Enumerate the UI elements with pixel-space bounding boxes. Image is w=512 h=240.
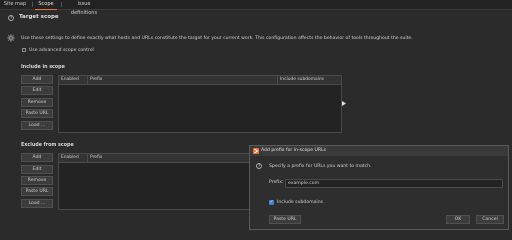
column-prefix[interactable]: Prefix — [88, 154, 250, 162]
include-remove-button[interactable]: Remove — [21, 98, 53, 107]
include-edit-button[interactable]: Edit — [21, 86, 53, 95]
exclude-scope-table[interactable]: Enabled Prefix — [58, 153, 250, 210]
dialog-message: Specify a prefix for URLs you want to ma… — [269, 164, 372, 169]
advanced-scope-label: Use advanced scope control — [29, 48, 94, 53]
exclude-remove-button[interactable]: Remove — [21, 176, 53, 185]
include-scope-table[interactable]: Enabled Prefix Include subdomains — [58, 75, 342, 133]
column-enabled[interactable]: Enabled — [59, 154, 88, 162]
column-enabled[interactable]: Enabled — [59, 76, 88, 84]
svg-text:?: ? — [258, 164, 260, 169]
include-load-button[interactable]: Load ... — [21, 121, 53, 130]
gear-icon[interactable] — [7, 34, 15, 42]
table-header: Enabled Prefix Include subdomains — [59, 76, 341, 85]
prefix-label: Prefix: — [269, 180, 284, 185]
include-paste-url-button[interactable]: Paste URL — [21, 109, 53, 118]
add-prefix-dialog: Add prefix for in-scope URLs ? Specify a… — [249, 145, 509, 230]
tab-bar: Site map Scope Issue definitions — [0, 0, 512, 16]
include-subdomains-label: Include subdomains — [277, 200, 324, 205]
expand-arrow-icon[interactable] — [342, 101, 346, 106]
help-icon[interactable]: ? — [8, 15, 14, 21]
exclude-scope-label: Exclude from scope — [21, 143, 74, 148]
exclude-load-button[interactable]: Load ... — [21, 199, 53, 208]
tab-site-map[interactable]: Site map — [2, 0, 28, 9]
table-header: Enabled Prefix — [59, 154, 249, 163]
exclude-paste-url-button[interactable]: Paste URL — [21, 187, 53, 196]
include-subdomains-checkbox[interactable]: ✓ — [269, 200, 274, 205]
tab-issue-definitions[interactable]: Issue definitions — [64, 0, 104, 16]
exclude-add-button[interactable]: Add — [21, 153, 53, 162]
column-include-subdomains[interactable]: Include subdomains — [278, 76, 342, 84]
paste-url-button[interactable]: Paste URL — [269, 215, 301, 224]
prefix-input[interactable]: example.com — [285, 179, 503, 188]
scope-description: Use these settings to define exactly wha… — [21, 36, 413, 41]
advanced-scope-checkbox[interactable] — [22, 48, 26, 52]
ok-button[interactable]: OK — [446, 215, 470, 224]
help-icon: ? — [256, 163, 262, 169]
cancel-button[interactable]: Cancel — [476, 215, 504, 224]
tab-separator — [32, 2, 33, 7]
tab-scope[interactable]: Scope — [35, 0, 57, 10]
page-title: Target scope — [19, 14, 59, 20]
include-add-button[interactable]: Add — [21, 75, 53, 84]
dialog-title-bar[interactable]: Add prefix for in-scope URLs — [250, 146, 508, 156]
include-scope-label: Include in scope — [21, 65, 65, 70]
svg-text:?: ? — [10, 16, 12, 21]
dialog-title: Add prefix for in-scope URLs — [261, 148, 327, 153]
column-prefix[interactable]: Prefix — [88, 76, 278, 84]
tab-separator — [61, 2, 62, 7]
exclude-edit-button[interactable]: Edit — [21, 165, 53, 174]
app-logo-icon — [253, 148, 259, 154]
